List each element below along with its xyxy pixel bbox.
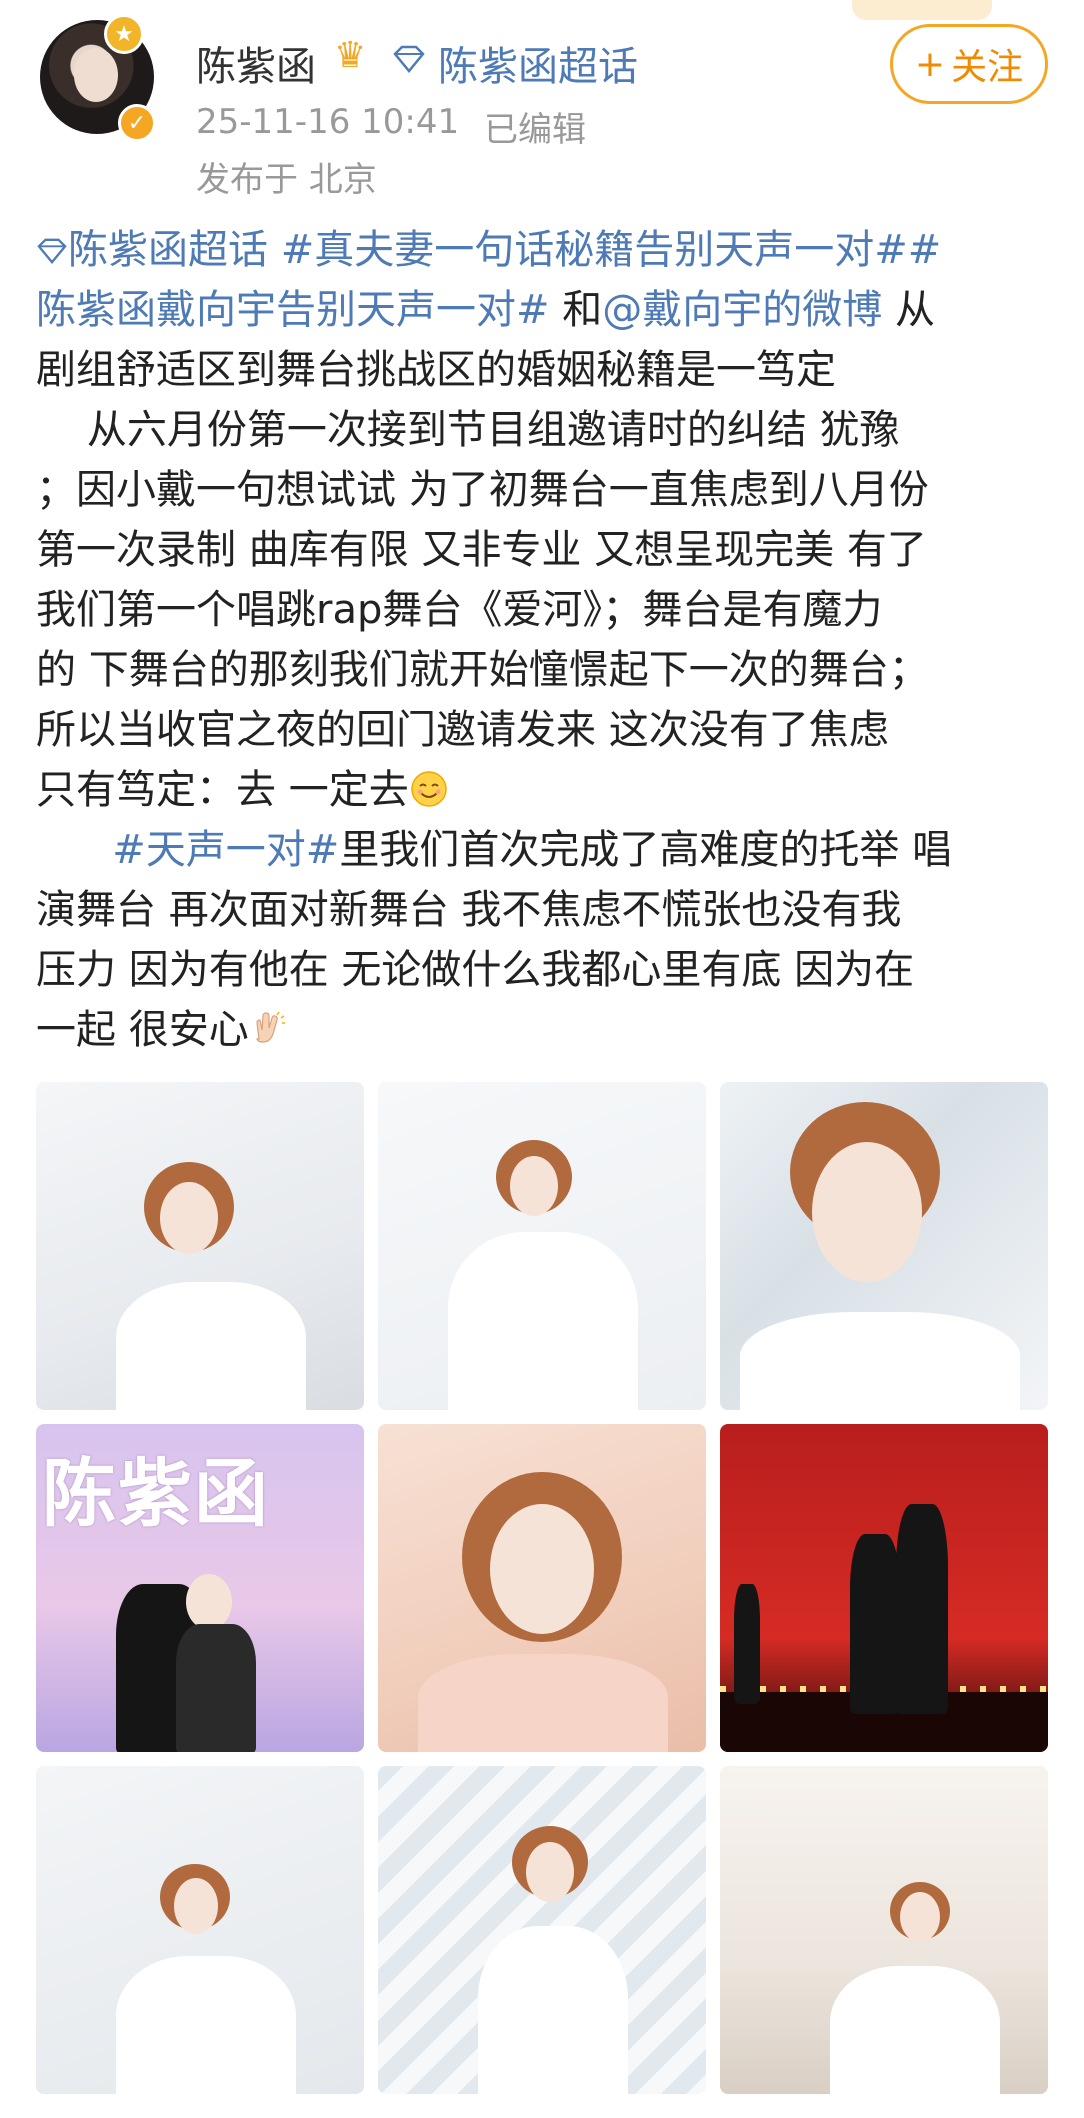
diamond-icon [37,238,67,265]
photo-figure [160,1182,218,1254]
photo-figure [174,1878,218,1934]
photo-figure [418,1654,668,1752]
photo-figure [900,1892,940,1942]
supertopic-link[interactable]: 陈紫函超话 [438,34,638,92]
photo-figure [116,1956,296,2094]
mention-link[interactable]: @戴向宇的微博 [602,287,882,333]
follow-label: 关注 [951,47,1024,88]
photo-grid: 陈紫函 [36,1082,1048,2094]
post-text-fragment: 只有笃定：去 一定去 [36,767,409,813]
post-line: 剧组舒适区到舞台挑战区的婚姻秘籍是一笃定 [36,347,836,393]
post-timestamp: 25-11-16 10:41 [196,102,460,142]
diamond-icon [393,45,425,73]
username[interactable]: 陈紫函 [196,34,316,92]
post-location: 发布于 北京 [196,160,377,200]
photo-figure [812,1142,922,1282]
post-text-fragment [36,827,112,873]
photo-figure [116,1282,306,1410]
post-line: #天声一对#里我们首次完成了高难度的托举 唱 [36,820,1052,880]
photo-thumbnail[interactable] [378,1766,706,2094]
post-text-fragment: 从 [882,287,935,333]
post-text-fragment: 和 [549,287,603,333]
post-line: 我们第一个唱跳rap舞台《爱河》；舞台是有魔力 [36,587,883,633]
weibo-post: ★ ✓ 陈紫函 ♛ 陈紫函超话 25-11-16 10:41 已编辑 发布于 北… [0,0,1084,2118]
photo-figure [830,1966,1000,2094]
supertopic-tag[interactable]: 陈紫函超话 [68,227,268,273]
photo-figure [740,1312,1020,1410]
hashtag-link[interactable]: # [908,227,942,273]
post-line: 所以当收官之夜的回门邀请发来 这次没有了焦虑 [36,707,889,753]
photo-figure [526,1842,574,1902]
photo-thumbnail[interactable] [720,1766,1048,2094]
post-text-fragment: 一起 很安心 [36,1007,249,1053]
photo-figure [186,1574,232,1630]
photo-thumbnail[interactable] [720,1082,1048,1410]
post-line: 演舞台 再次面对新舞台 我不焦虑不慌张也没有我 [36,887,902,933]
post-line: 只有笃定：去 一定去 [36,760,1052,820]
photo-figure [850,1534,900,1714]
hashtag-link[interactable]: 陈紫函戴向宇告别天声一对# [36,287,550,333]
post-line: 从六月份第一次接到节目组邀请时的纠结 犹豫 [36,407,900,453]
crown-icon: ♛ [334,35,367,76]
hashtag-link[interactable]: #天声一对# [112,827,339,873]
photo-figure [176,1624,256,1752]
plus-icon: + [914,43,946,85]
photo-figure [510,1156,558,1216]
avatar-face [74,48,118,102]
post-line: 一起 很安心 [36,1000,1052,1060]
clap-emoji-icon [255,1011,285,1043]
hashtag-link[interactable]: #真夫妻一句话秘籍告别天声一对# [281,227,908,273]
post-text-fragment: 里我们首次完成了高难度的托举 唱 [339,827,953,873]
photo-thumbnail[interactable] [36,1082,364,1410]
photo-overlay-text: 陈紫函 [42,1451,270,1537]
photo-thumbnail[interactable] [378,1424,706,1752]
follow-button[interactable]: + 关注 [890,24,1048,104]
post-line: ；因小戴一句想试试 为了初舞台一直焦虑到八月份 [36,467,929,513]
post-line: 压力 因为有他在 无论做什么我都心里有底 因为在 [36,947,915,993]
verified-icon: ✓ [118,104,156,142]
edited-label[interactable]: 已编辑 [484,102,586,151]
post-line: 第一次录制 曲库有限 又非专业 又想呈现完美 有了 [36,527,927,573]
photo-figure [896,1504,948,1714]
top-decoration [852,0,992,20]
photo-figure [448,1232,638,1410]
post-line: 陈紫函超话 #真夫妻一句话秘籍告别天声一对## [36,220,1052,280]
post-line: 的 下舞台的那刻我们就开始憧憬起下一次的舞台； [36,647,929,693]
avatar-decoration-icon: ★ [104,14,144,54]
photo-thumbnail[interactable] [378,1082,706,1410]
photo-thumbnail[interactable]: 陈紫函 [36,1424,364,1752]
post-line: 陈紫函戴向宇告别天声一对# 和@戴向宇的微博 从 [36,280,1052,340]
photo-thumbnail[interactable] [36,1766,364,2094]
post-body: 陈紫函超话 #真夫妻一句话秘籍告别天声一对## 陈紫函戴向宇告别天声一对# 和@… [36,220,1052,1060]
photo-figure [490,1504,594,1634]
photo-figure [734,1584,760,1704]
smile-emoji-icon [410,771,447,807]
photo-figure [478,1926,628,2094]
photo-thumbnail[interactable] [720,1424,1048,1752]
